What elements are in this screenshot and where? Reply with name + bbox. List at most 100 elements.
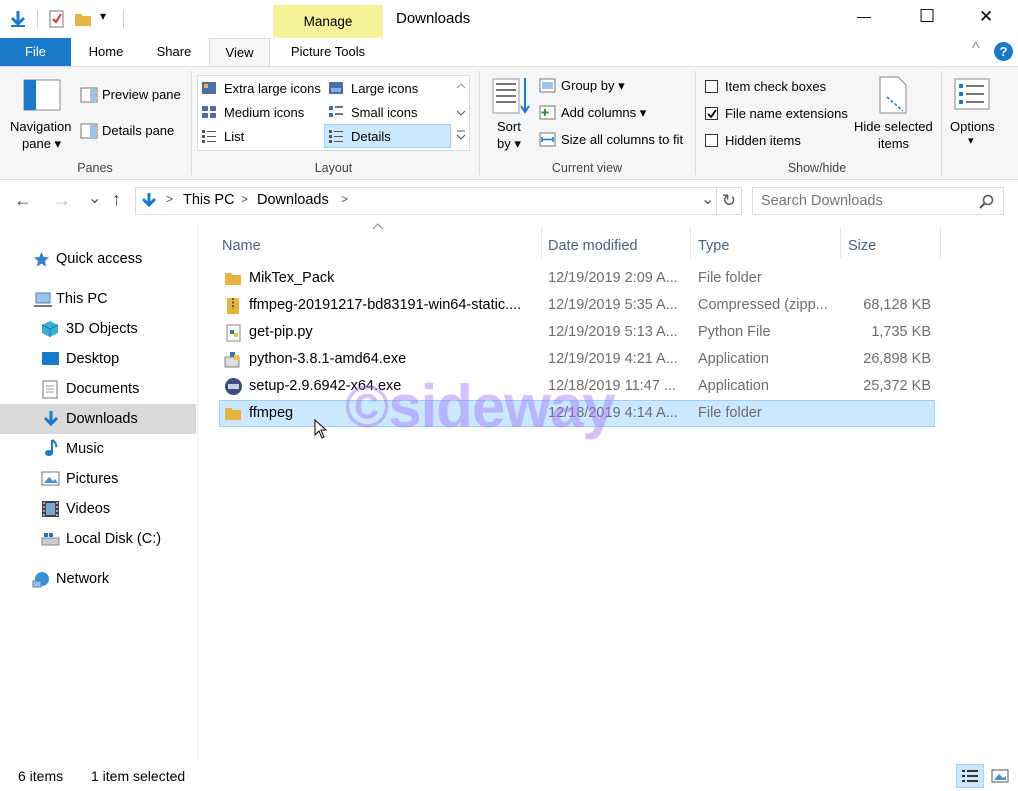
hidden-items-label: Hidden items [725,133,801,148]
hidden-items-checkbox[interactable] [705,134,718,147]
nav-item-this-pc[interactable]: This PC [0,284,196,314]
properties-icon[interactable] [48,9,66,29]
preview-pane-button[interactable]: Preview pane [102,87,181,102]
close-button[interactable]: ✕ [979,7,993,27]
file-row[interactable]: ffmpeg-20191217-bd83191-win64-static....… [219,292,935,319]
column-header-date-modified[interactable]: Date modified [548,228,637,266]
navigation-pane-button[interactable]: Navigation [10,119,71,134]
up-button[interactable]: ↑ [112,189,121,210]
maximize-button[interactable]: ☐ [919,6,935,27]
installer-icon [224,352,240,368]
ribbon-separator [479,71,480,175]
medium-icons-option[interactable]: Medium icons [224,105,304,120]
breadcrumb-this-pc[interactable]: This PC [183,192,235,208]
column-header-type[interactable]: Type [698,228,729,266]
search-box[interactable] [752,187,1004,215]
add-columns-button[interactable]: Add columns ▾ [561,105,646,121]
nav-label: Music [66,441,104,457]
address-box[interactable]: > This PC > Downloads > ⌄ [135,187,717,215]
nav-item-3d-objects[interactable]: 3D Objects [0,314,196,344]
nav-item-quick-access[interactable]: Quick access [0,244,196,274]
back-button[interactable]: ← [14,190,32,211]
breadcrumb-separator[interactable]: > [166,192,173,206]
list-option[interactable]: List [224,129,244,144]
forward-button[interactable]: → [53,190,71,211]
navigation-pane-button-line2[interactable]: pane ▾ [22,136,61,152]
tab-share[interactable]: Share [143,38,205,66]
options-button[interactable]: Options [950,119,995,134]
file-type: File folder [698,270,762,286]
options-dropdown[interactable]: ▾ [968,134,974,147]
details-view-toggle[interactable] [956,764,984,788]
collapse-ribbon-button[interactable]: ^ [972,40,980,58]
group-by-icon [539,78,556,93]
nav-item-downloads[interactable]: Downloads [0,404,196,434]
navigation-pane: Quick access This PC 3D Objects Desktop … [0,222,198,762]
nav-item-music[interactable]: Music [0,434,196,464]
details-view-icon [962,770,978,782]
help-button[interactable]: ? [994,42,1013,61]
layout-gallery-scroll[interactable] [455,79,467,151]
minimize-button[interactable]: — [857,8,871,24]
ribbon-tab-strip: File Home Share View Picture Tools ^ ? [0,38,1018,67]
search-input[interactable] [761,191,971,211]
column-header-size[interactable]: Size [848,228,876,266]
column-divider[interactable] [940,228,941,258]
nav-item-videos[interactable]: Videos [0,494,196,524]
options-icon [954,78,990,110]
qat-dropdown[interactable]: ▾ [100,9,106,23]
hide-selected-items-button[interactable]: Hide selected [854,119,933,134]
nav-item-local-disk[interactable]: Local Disk (C:) [0,524,196,554]
zip-icon [227,298,239,314]
sort-by-icon [492,78,530,114]
small-icons-option[interactable]: Small icons [351,105,417,120]
breadcrumb-downloads[interactable]: Downloads [257,192,329,208]
tab-home[interactable]: Home [75,38,137,66]
size-columns-icon [539,132,556,147]
large-icons-view-toggle[interactable] [987,764,1013,788]
breadcrumb-separator[interactable]: > [341,192,348,206]
sort-by-button[interactable]: Sort [497,119,521,134]
refresh-button[interactable]: ↻ [717,187,742,215]
column-header-name[interactable]: Name [222,228,261,266]
nav-item-desktop[interactable]: Desktop [0,344,196,374]
extra-large-icons-option[interactable]: Extra large icons [224,81,321,96]
address-dropdown-button[interactable]: ⌄ [701,189,714,209]
tab-view[interactable]: View [209,38,270,67]
search-icon[interactable] [979,194,995,210]
group-by-button[interactable]: Group by ▾ [561,78,625,94]
details-option[interactable]: Details [351,129,391,144]
sort-by-button-line2[interactable]: by ▾ [497,136,521,152]
file-row[interactable]: MikTex_Pack 12/19/2019 2:09 A... File fo… [219,265,935,292]
file-size: 26,898 KB [863,351,931,367]
tab-picture-tools[interactable]: Picture Tools [273,38,383,66]
quick-access-download-icon[interactable] [8,9,28,29]
file-name: MikTex_Pack [249,270,335,286]
item-check-boxes-checkbox[interactable] [705,80,718,93]
new-folder-icon[interactable] [74,10,92,28]
desktop-icon [42,352,59,365]
large-icons-option[interactable]: Large icons [351,81,418,96]
recent-locations-button[interactable]: ⌄ [88,188,101,208]
film-icon [42,501,59,517]
details-pane-button[interactable]: Details pane [102,123,174,138]
breadcrumb-separator[interactable]: > [241,192,248,206]
file-row[interactable]: get-pip.py 12/19/2019 5:13 A... Python F… [219,319,935,346]
file-row[interactable]: python-3.8.1-amd64.exe 12/19/2019 4:21 A… [219,346,935,373]
nav-item-pictures[interactable]: Pictures [0,464,196,494]
file-name: python-3.8.1-amd64.exe [249,351,407,367]
tab-file[interactable]: File [0,38,71,66]
nav-item-network[interactable]: Network [0,564,196,594]
size-all-columns-button[interactable]: Size all columns to fit [561,132,683,147]
file-name-extensions-checkbox[interactable] [705,107,718,120]
column-divider[interactable] [690,228,691,258]
file-name: get-pip.py [249,324,313,340]
hide-selected-items-button-line2[interactable]: items [878,136,909,151]
current-view-group-label: Current view [551,161,623,175]
nav-item-documents[interactable]: Documents [0,374,196,404]
manage-context-tab[interactable]: Manage [273,5,383,38]
folder-icon [225,273,241,285]
column-divider[interactable] [541,228,542,258]
nav-label: 3D Objects [66,321,138,337]
column-divider[interactable] [840,228,841,258]
